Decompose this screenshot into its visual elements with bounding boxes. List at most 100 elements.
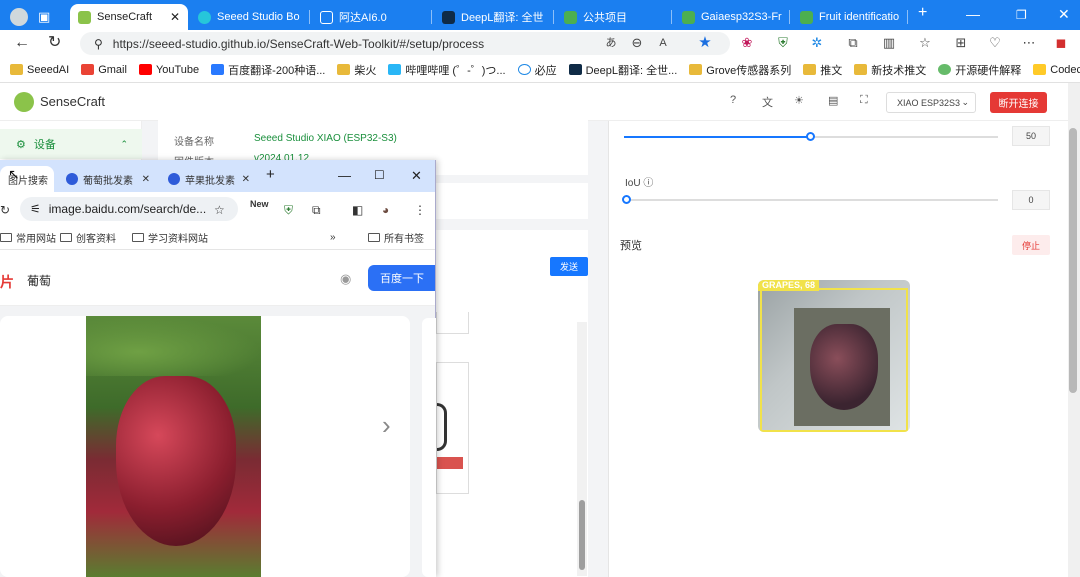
mouse-cursor-icon: ↖ [8,166,20,182]
chrome-tab-grapes[interactable]: 葡萄批发素 ✕ [58,166,158,192]
bookmark-item[interactable]: DeepL翻译: 全世... [568,62,677,78]
back-icon[interactable]: ← [14,34,30,52]
stop-button[interactable]: 停止 [1012,235,1050,255]
side-panel-icon[interactable]: ◧ [352,203,363,217]
baidu-translate-icon [211,64,225,75]
bookmark-item[interactable]: Gmail [81,64,127,76]
bookmark-item[interactable]: Grove传感器系列 [689,62,791,78]
reload-icon[interactable]: ↻ [48,34,61,52]
page-scrollbar-thumb[interactable] [1069,128,1077,393]
extension-puzzle-icon[interactable]: ⧉ [846,36,860,50]
iou-value[interactable]: 0 [1012,190,1050,210]
bookmark-item[interactable]: Codecraft [1033,64,1080,76]
read-aloud-icon[interactable]: A [656,36,670,50]
list-scrollbar-thumb[interactable] [579,500,585,570]
log-icon[interactable]: ▤ [828,94,838,107]
extension-gear-icon[interactable]: ✲ [810,36,824,50]
profile-avatar[interactable] [6,4,32,30]
search-query[interactable]: 葡萄 [27,272,51,289]
confidence-value[interactable]: 50 [1012,126,1050,146]
chrome-tab-apples[interactable]: 苹果批发素 ✕ [160,166,258,192]
bookmark-star-icon[interactable]: ☆ [214,203,225,217]
extension-brain-icon[interactable]: ❀ [740,36,754,50]
tab-ai[interactable]: 阿达AI6.0 [312,4,432,30]
health-icon[interactable]: ♡ [988,36,1002,50]
baidu-search-button[interactable]: 百度一下 [368,265,435,291]
new-tab-icon[interactable]: + [266,166,275,183]
bookmark-item[interactable]: 柴火 [337,62,376,78]
project-icon [682,10,695,24]
bookmark-item[interactable]: 所有书签 [368,230,424,245]
split-screen-icon[interactable]: ▥ [882,36,896,50]
model-image[interactable] [436,362,469,494]
bilibili-icon [388,64,402,75]
tab-public-projects[interactable]: 公共项目 [556,4,672,30]
chrome-url-input[interactable]: ⚟ image.baidu.com/search/de... [20,197,238,221]
new-tab-icon[interactable]: + [918,4,927,22]
new-extension-badge[interactable]: New [250,199,269,209]
language-icon[interactable]: 文 [762,94,773,110]
bookmark-item[interactable]: 开源硬件解释 [938,62,1021,78]
tab-actions-icon[interactable]: ▣ [38,4,58,30]
bookmark-item[interactable]: 推文 [803,62,842,78]
bookmark-item[interactable]: SeeedAI [10,64,69,76]
deepl-icon [442,10,455,24]
confidence-slider-knob[interactable] [806,132,815,141]
close-window-icon[interactable]: ✕ [1058,6,1070,23]
bookmark-item[interactable]: 新技术推文 [854,62,926,78]
model-image-thumb[interactable] [436,312,469,334]
bookmark-item[interactable]: 百度翻译-200种语... [211,62,325,78]
next-image-icon[interactable]: › [382,410,391,441]
bookmark-item[interactable]: 学习资料网站 [132,230,208,245]
bookmark-item[interactable]: 创客资料 [60,230,116,245]
menu-icon[interactable]: ⋮ [414,203,426,217]
copilot-icon[interactable]: ◼ [1054,36,1068,50]
extension-shield-icon[interactable]: ⛨ [284,203,293,218]
favorite-star-icon[interactable]: ★ [698,35,712,50]
maximize-icon[interactable]: ☐ [374,168,385,182]
tab-deepl[interactable]: DeepL翻译: 全世 [434,4,554,30]
collections-icon[interactable]: ⊞ [954,36,968,50]
bookmark-item[interactable]: YouTube [138,64,199,76]
chevron-up-icon: ⌃ [120,138,128,149]
bookmark-item[interactable]: 常用网站 [0,230,56,245]
reload-icon[interactable]: ↻ [0,203,10,217]
more-icon[interactable]: ⋯ [1022,36,1036,50]
restore-icon[interactable]: ❐ [1016,8,1027,22]
fullscreen-icon[interactable]: ⛶ [860,94,868,107]
tab-esp32[interactable]: Gaiaesp32S3-Fr [674,4,790,30]
device-select[interactable]: XIAO ESP32S3 ⌄ [886,92,976,113]
close-tab-icon[interactable]: ✕ [142,174,150,185]
zoom-icon[interactable]: ⊖ [630,36,644,50]
favorites-icon[interactable]: ☆ [918,36,932,50]
site-info-icon[interactable]: ⚲ [94,37,103,51]
theme-icon[interactable]: ☀ [794,94,804,107]
profile-avatar[interactable]: ◕ [382,203,389,217]
folder-icon [368,233,380,242]
disconnect-button[interactable]: 断开连接 [990,92,1047,113]
site-settings-icon[interactable]: ⚟ [30,202,41,216]
sidebar-item-settings[interactable]: ⚙ 设备 ⌃ [0,129,142,159]
bookmarks-more[interactable]: » [330,232,336,243]
send-button[interactable]: 发送 [550,257,588,276]
camera-search-icon[interactable]: ◉ [340,271,351,287]
bookmark-item[interactable]: 必应 [517,62,557,78]
tab-seeed-studio[interactable]: Seeed Studio Bo [190,4,310,30]
bookmark-item[interactable]: 哔哩哔哩 (゜-゜)つ... [388,62,506,78]
extension-shield-icon[interactable]: ⛨ [776,36,790,50]
minimize-icon[interactable]: — [338,168,351,183]
close-tab-icon[interactable]: ✕ [53,174,54,185]
iou-slider[interactable] [622,195,998,204]
extension-puzzle-icon[interactable]: ⧉ [312,203,321,218]
tab-fruit[interactable]: Fruit identificatio [792,4,908,30]
grapes-image[interactable] [86,316,261,577]
close-tab-icon[interactable]: ✕ [170,10,180,24]
iou-slider-knob[interactable] [622,195,631,204]
translate-icon[interactable]: あ [604,36,618,50]
help-icon[interactable]: ? [730,94,736,106]
confidence-slider[interactable] [624,132,998,141]
minimize-icon[interactable]: — [966,6,980,22]
close-tab-icon[interactable]: ✕ [242,174,250,185]
close-window-icon[interactable]: ✕ [411,168,422,184]
tab-sensecraft[interactable]: SenseCraft ✕ [70,4,188,30]
